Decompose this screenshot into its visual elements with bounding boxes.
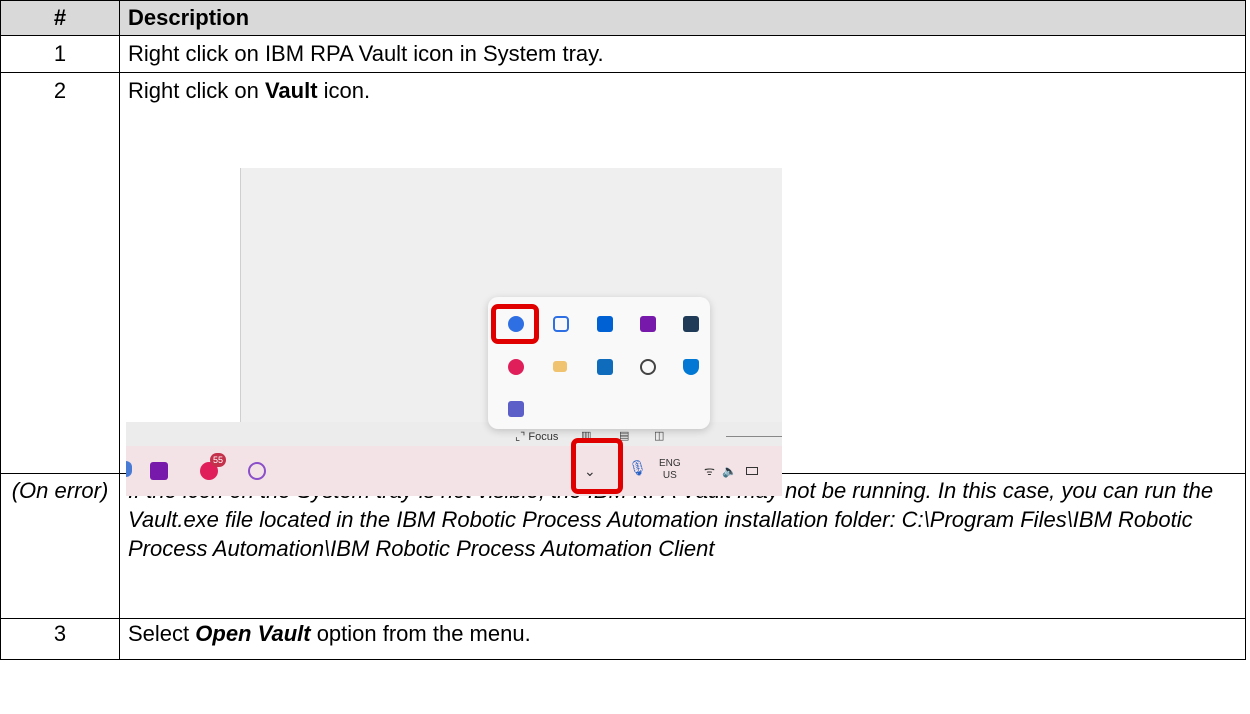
header-description: Description (119, 0, 1246, 36)
onenote-icon[interactable] (640, 316, 656, 332)
teams-icon[interactable] (508, 401, 524, 417)
vault-highlight-box (491, 304, 539, 344)
desc-bold: Vault (264, 78, 318, 103)
focus-label: ⌞⌝ Focus (515, 431, 559, 443)
step-number: 2 (0, 72, 120, 474)
focus-text: Focus (528, 431, 559, 443)
onenote-icon (150, 462, 168, 480)
battery-icon (746, 467, 758, 475)
chevron-highlight-box (571, 438, 623, 494)
system-tray-screenshot: ⌞⌝ Focus ▥ ▤ ◫ 55 ⌄ 🎙 ENG US ᯤ 🔈 (126, 168, 782, 496)
header-number: # (0, 0, 120, 36)
lang-bottom: US (662, 470, 677, 481)
taskbar (126, 446, 782, 496)
error-label: (On error) (0, 473, 120, 619)
slack-icon[interactable] (508, 359, 524, 375)
desc-text: Select (128, 621, 196, 646)
notification-badge: 55 (210, 453, 226, 467)
step-number: 3 (0, 618, 120, 660)
desc-text: option from the menu. (310, 621, 531, 646)
mail-icon[interactable] (553, 361, 567, 372)
outlook-icon[interactable] (597, 359, 613, 375)
wifi-icon: ᯤ (704, 464, 715, 478)
table-header-row: # Description (0, 0, 1246, 36)
speaker-icon: 🔈 (722, 464, 737, 478)
step-number: 1 (0, 35, 120, 73)
step-description: Right click on IBM RPA Vault icon in Sys… (119, 35, 1246, 73)
defender-icon[interactable] (683, 359, 699, 375)
copilot-icon (248, 462, 266, 480)
app-icon[interactable] (683, 316, 699, 332)
sync-icon[interactable] (640, 359, 656, 375)
table-row: 1 Right click on IBM RPA Vault icon in S… (0, 35, 1246, 73)
zoom-slider (726, 436, 782, 437)
robot-icon[interactable] (553, 316, 569, 332)
desc-bold-italic: Open Vault (195, 621, 311, 646)
desc-text: Right click on (128, 78, 265, 103)
language-indicator[interactable]: ENG US (659, 458, 681, 482)
web-view-icon: ◫ (654, 430, 665, 442)
microphone-icon: 🎙 (628, 460, 648, 477)
box-icon[interactable] (597, 316, 613, 332)
table-row: 3 Select Open Vault option from the menu… (0, 618, 1246, 660)
step-description: Select Open Vault option from the menu. (119, 618, 1246, 660)
desc-text: icon. (317, 78, 371, 103)
lang-top: ENG (659, 458, 681, 469)
